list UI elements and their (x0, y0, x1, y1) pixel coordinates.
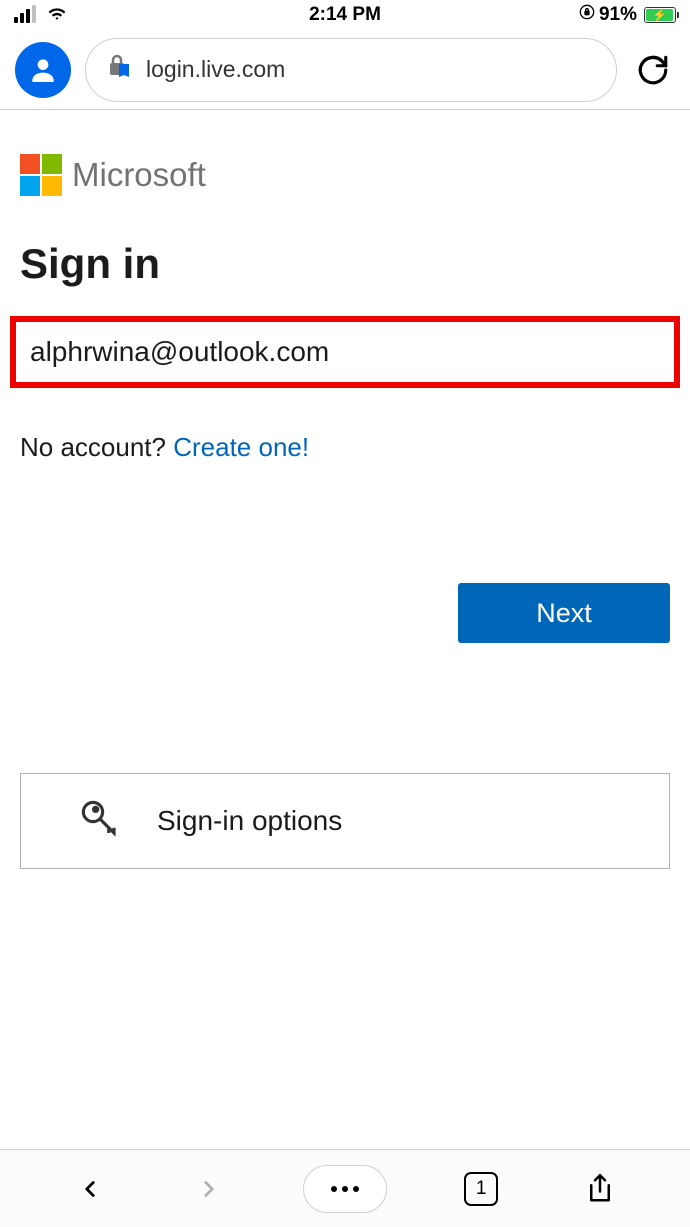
next-button[interactable]: Next (458, 583, 670, 643)
browser-toolbar: 1 (0, 1149, 690, 1227)
microsoft-logo-icon (20, 154, 62, 196)
site-security-icon (108, 53, 132, 86)
page-content: Microsoft Sign in alphrwina@outlook.com … (0, 110, 690, 1149)
cell-signal-icon (14, 7, 36, 23)
share-button[interactable] (575, 1164, 625, 1214)
forward-button[interactable] (184, 1164, 234, 1214)
battery-percent: 91% (599, 4, 637, 26)
key-icon (79, 798, 121, 845)
signin-options-label: Sign-in options (157, 805, 342, 837)
browser-address-bar: login.live.com (0, 30, 690, 110)
reload-button[interactable] (631, 48, 675, 92)
profile-avatar[interactable] (15, 42, 71, 98)
url-text: login.live.com (146, 56, 285, 83)
no-account-row: No account? Create one! (20, 432, 670, 463)
email-input[interactable]: alphrwina@outlook.com (24, 336, 666, 368)
create-account-link[interactable]: Create one! (173, 432, 309, 462)
lock-rotation-icon (579, 4, 595, 26)
url-field[interactable]: login.live.com (85, 38, 617, 102)
status-bar: 2:14 PM 91% ⚡ (0, 0, 690, 30)
tabs-count: 1 (464, 1172, 498, 1206)
more-menu-button[interactable] (303, 1165, 387, 1213)
signin-options-button[interactable]: Sign-in options (20, 773, 670, 869)
wifi-icon (46, 1, 68, 29)
battery-icon: ⚡ (641, 7, 676, 23)
email-input-highlight[interactable]: alphrwina@outlook.com (10, 316, 680, 388)
status-time: 2:14 PM (309, 4, 381, 26)
brand-name: Microsoft (72, 156, 206, 194)
tabs-button[interactable]: 1 (456, 1164, 506, 1214)
page-title: Sign in (20, 240, 670, 288)
back-button[interactable] (65, 1164, 115, 1214)
microsoft-logo-row: Microsoft (20, 154, 670, 196)
no-account-text: No account? (20, 432, 173, 462)
